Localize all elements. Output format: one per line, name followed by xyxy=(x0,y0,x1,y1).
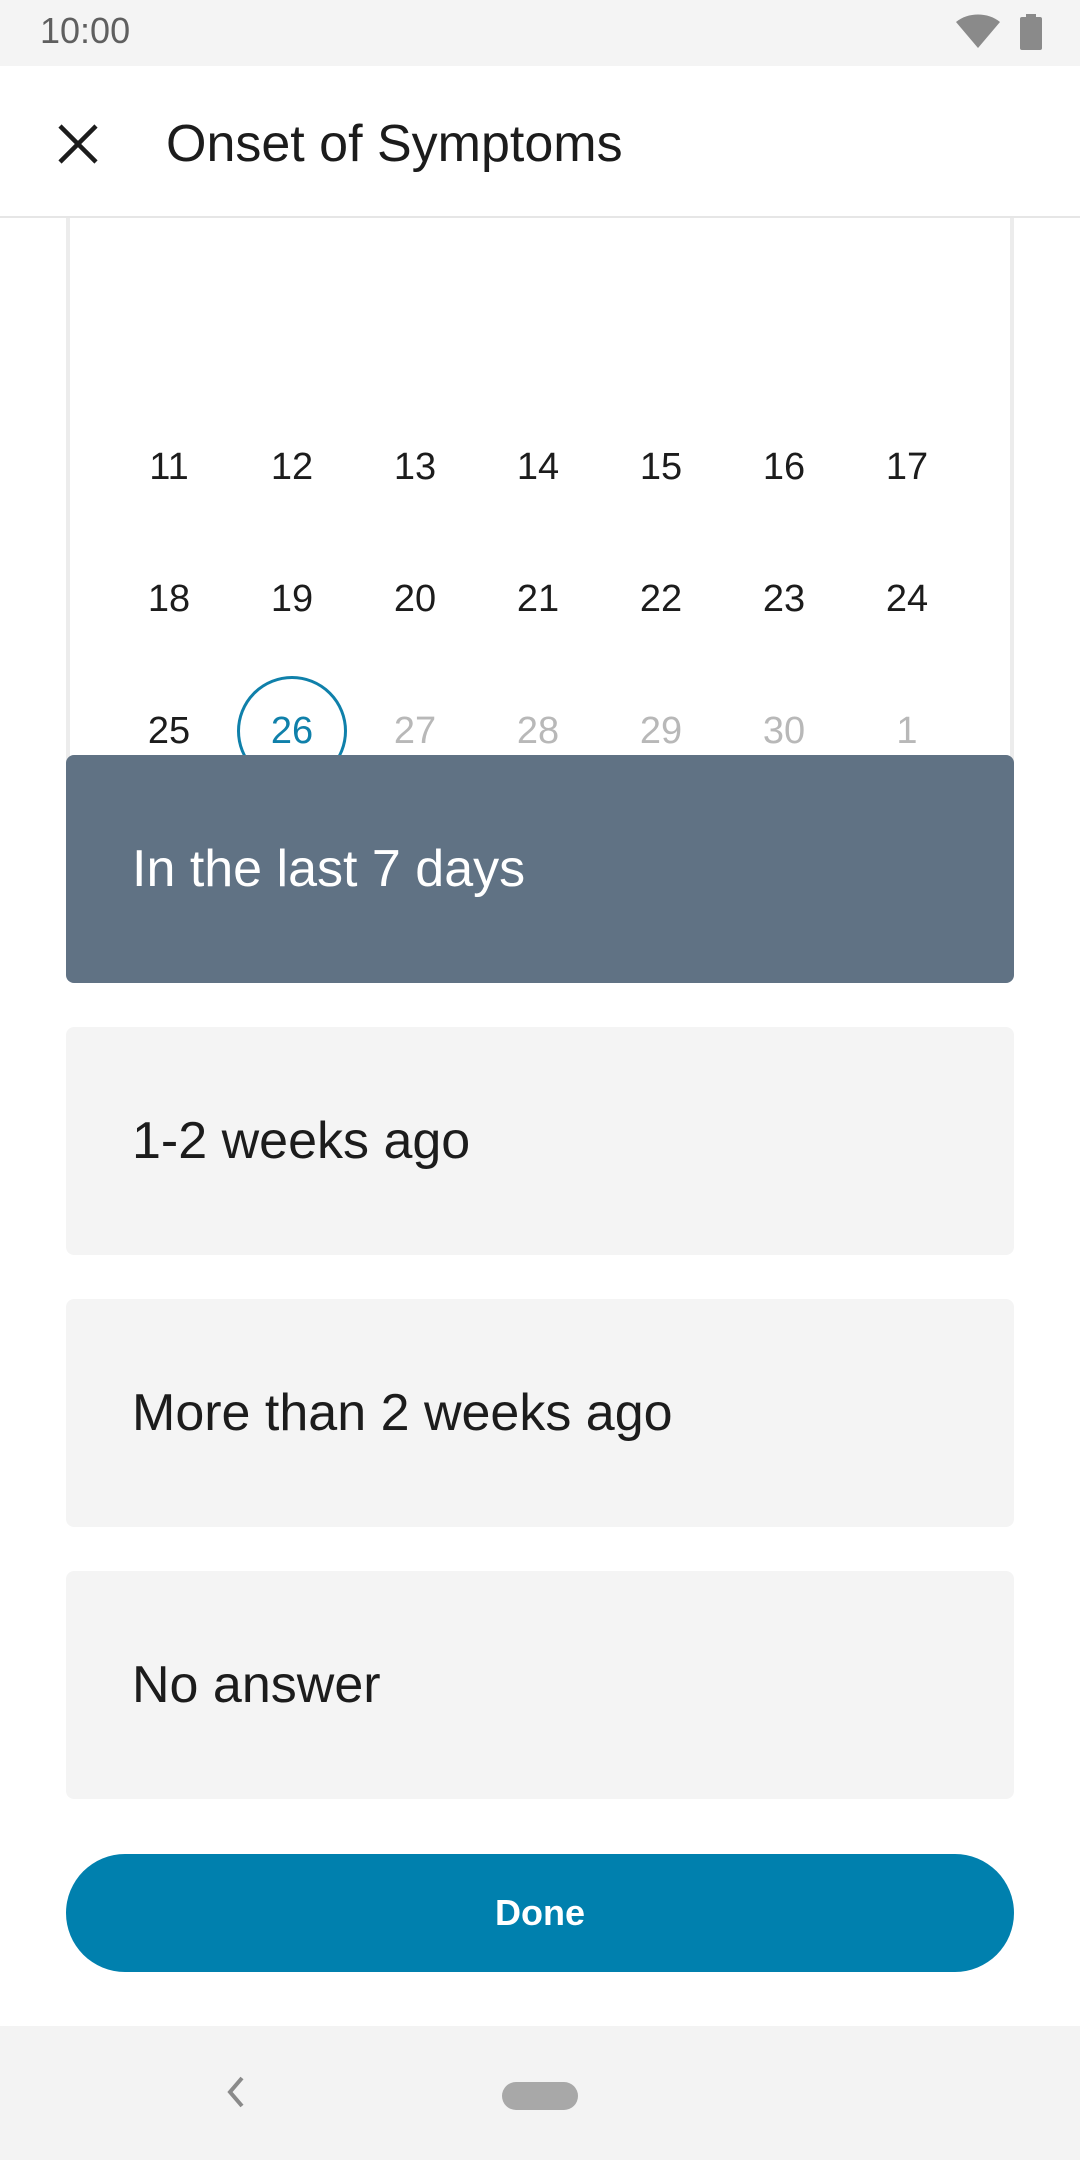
wifi-icon xyxy=(956,14,1000,50)
close-button[interactable] xyxy=(48,114,108,174)
calendar-day[interactable]: 19 xyxy=(237,544,347,654)
calendar-day[interactable]: 20 xyxy=(360,544,470,654)
app-bar: Onset of Symptoms xyxy=(0,66,1080,218)
calendar-day[interactable]: 15 xyxy=(606,412,716,522)
content-area[interactable]: 11 12 13 14 15 16 17 18 19 20 21 22 23 2… xyxy=(0,218,1080,2026)
option-label: No answer xyxy=(132,1656,381,1714)
option-label: 1-2 weeks ago xyxy=(132,1112,471,1170)
done-button-label: Done xyxy=(495,1892,585,1933)
calendar-day[interactable]: 23 xyxy=(729,544,839,654)
calendar-day[interactable]: 22 xyxy=(606,544,716,654)
back-button[interactable] xyxy=(218,2070,254,2114)
calendar-day[interactable]: 12 xyxy=(237,412,347,522)
calendar-day[interactable]: 14 xyxy=(483,412,593,522)
calendar-day[interactable]: 13 xyxy=(360,412,470,522)
option-1-2-weeks-ago[interactable]: 1-2 weeks ago xyxy=(66,1027,1014,1255)
calendar-day[interactable]: 18 xyxy=(114,544,224,654)
page-title: Onset of Symptoms xyxy=(166,115,623,173)
calendar-day[interactable]: 24 xyxy=(852,544,962,654)
done-button[interactable]: Done xyxy=(66,1854,1014,1972)
calendar-week: 18 19 20 21 22 23 24 xyxy=(70,544,1018,654)
calendar-week: 11 12 13 14 15 16 17 xyxy=(70,412,1018,522)
status-icons xyxy=(956,14,1042,50)
status-time: 10:00 xyxy=(40,10,131,51)
calendar-day[interactable]: 11 xyxy=(114,412,224,522)
option-no-answer[interactable]: No answer xyxy=(66,1571,1014,1799)
calendar-day[interactable]: 21 xyxy=(483,544,593,654)
calendar-day[interactable]: 16 xyxy=(729,412,839,522)
option-last-7-days[interactable]: In the last 7 days xyxy=(66,755,1014,983)
option-more-than-2-weeks-ago[interactable]: More than 2 weeks ago xyxy=(66,1299,1014,1527)
option-label: In the last 7 days xyxy=(132,840,526,898)
close-icon xyxy=(58,124,98,164)
battery-icon xyxy=(1020,14,1042,50)
home-button[interactable] xyxy=(502,2082,578,2110)
navigation-bar xyxy=(0,2026,1080,2160)
back-icon xyxy=(227,2076,244,2108)
option-label: More than 2 weeks ago xyxy=(132,1384,673,1442)
status-bar: 10:00 xyxy=(0,0,1080,66)
calendar-day[interactable]: 17 xyxy=(852,412,962,522)
